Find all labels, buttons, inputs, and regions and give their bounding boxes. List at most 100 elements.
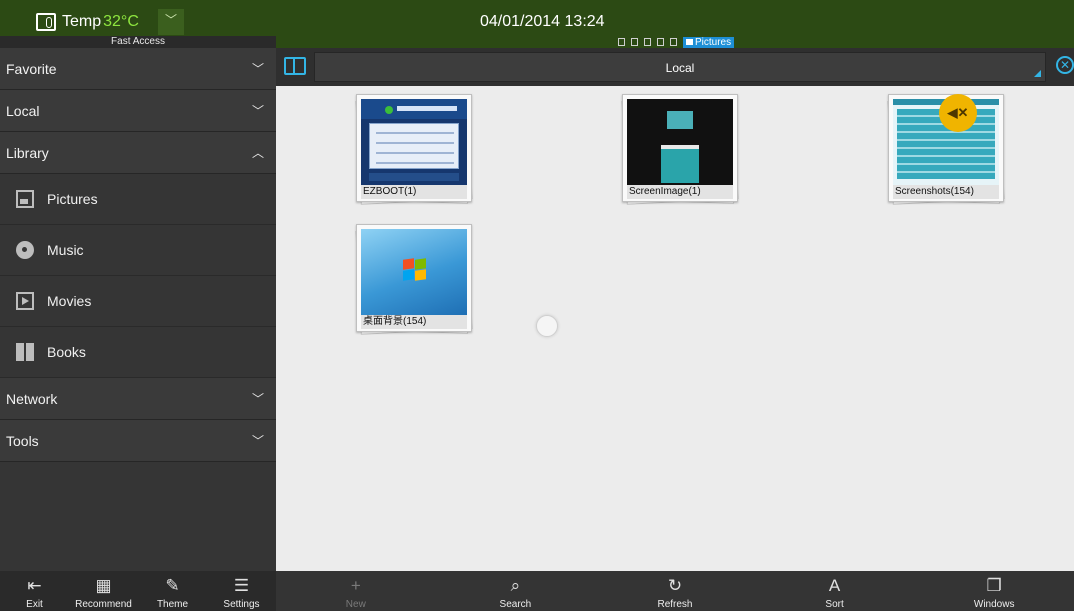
folder-item[interactable]: 桌面背景(154) [354, 222, 474, 336]
temperature-widget[interactable]: Temp 32°C ﹀ Fast Access [0, 0, 276, 48]
sidebar-category-label: Tools [6, 433, 39, 449]
new-button[interactable]: + New [276, 571, 436, 611]
dropdown-corner-icon [1034, 70, 1041, 77]
chevron-down-icon: ﹀ [251, 104, 264, 118]
picture-icon [686, 39, 693, 45]
recommend-button[interactable]: ▦ Recommend [69, 571, 138, 611]
sidebar-toolbar: ⇤ Exit ▦ Recommend ✎ Theme ☰ Settings [0, 571, 276, 611]
theme-label: Theme [156, 599, 189, 610]
sidebar-item-books[interactable]: Books [0, 327, 276, 378]
sidebar-category-label: Local [6, 103, 40, 119]
sidebar: Favorite ﹀ Local ﹀ Library ︿ Pictures Mu… [0, 48, 276, 571]
windows-logo-icon [403, 258, 427, 281]
path-field[interactable]: Local [314, 52, 1046, 82]
window-switcher: Pictures [618, 36, 735, 48]
settings-label: Settings [223, 599, 260, 610]
folder-item[interactable]: EZBOOT(1) [354, 92, 474, 206]
picture-icon [16, 190, 34, 208]
thumbnail-line [376, 162, 454, 164]
fast-access-label[interactable]: Fast Access [0, 36, 276, 48]
window-icon[interactable] [670, 38, 677, 46]
exit-label: Exit [26, 599, 43, 610]
refresh-label: Refresh [657, 599, 693, 610]
window-icon[interactable] [631, 38, 638, 46]
thumbnail-line [376, 132, 454, 134]
main-toolbar: + New ⌕ Search ↻ Refresh A Sort ❐ Window… [276, 571, 1074, 611]
folder-item[interactable]: ScreenImage(1) [620, 92, 740, 206]
sidebar-category-library[interactable]: Library ︿ [0, 132, 276, 174]
sidebar-category-local[interactable]: Local ﹀ [0, 90, 276, 132]
window-icon[interactable] [657, 38, 664, 46]
sidebar-category-network[interactable]: Network ﹀ [0, 378, 276, 420]
sidebar-item-pictures[interactable]: Pictures [0, 174, 276, 225]
thumbnail-panel [369, 123, 459, 169]
mute-badge-icon[interactable]: ◀✕ [939, 94, 977, 132]
sidebar-category-label: Network [6, 391, 58, 407]
windows-icon: ❐ [986, 576, 1002, 595]
split-view-icon[interactable] [284, 57, 306, 75]
sort-label: Sort [825, 599, 844, 610]
windows-logo-pane [415, 258, 426, 270]
thumbnail-button-bar [369, 173, 459, 181]
refresh-button[interactable]: ↻ Refresh [595, 571, 755, 611]
exit-icon: ⇤ [27, 576, 42, 595]
sidebar-category-label: Favorite [6, 61, 57, 77]
tab-pictures-label: Pictures [695, 36, 732, 48]
close-icon[interactable]: ✕ [1056, 56, 1074, 74]
chevron-down-icon: ﹀ [251, 434, 264, 448]
sort-button[interactable]: A Sort [755, 571, 915, 611]
path-bar: Local ✕ [276, 48, 1074, 86]
status-bar: Temp 32°C ﹀ Fast Access 04/01/2014 13:24… [0, 0, 1074, 48]
search-label: Search [499, 599, 532, 610]
sidebar-item-movies[interactable]: Movies [0, 276, 276, 327]
music-disc-icon [16, 241, 34, 259]
new-label: New [345, 599, 366, 610]
thumbnail-logo [385, 106, 393, 114]
thumbnail-line [376, 152, 454, 154]
main-panel: Local ✕ EZBOOT(1) ScreenImage(1) Screens… [276, 48, 1074, 571]
thermometer-icon [36, 13, 56, 31]
path-label: Local [665, 61, 695, 75]
folder-name: Screenshots(154) [893, 185, 999, 199]
sidebar-category-favorite[interactable]: Favorite ﹀ [0, 48, 276, 90]
folder-card: 桌面背景(154) [356, 224, 472, 332]
sidebar-item-music[interactable]: Music [0, 225, 276, 276]
thumbnail-block [661, 149, 699, 183]
tab-pictures[interactable]: Pictures [683, 36, 735, 48]
datetime: 04/01/2014 13:24 [480, 13, 605, 30]
sort-icon: A [828, 576, 841, 595]
folder-card: EZBOOT(1) [356, 94, 472, 202]
windows-button[interactable]: ❐ Windows [914, 571, 1074, 611]
gift-icon: ▦ [95, 576, 112, 595]
folder-name: ScreenImage(1) [627, 185, 733, 199]
theme-button[interactable]: ✎ Theme [138, 571, 207, 611]
search-icon: ⌕ [510, 576, 521, 595]
sidebar-item-label: Books [47, 344, 86, 360]
window-icon[interactable] [618, 38, 625, 46]
windows-logo-pane [403, 269, 414, 281]
windows-logo-pane [415, 269, 426, 281]
thumbnail-line [376, 142, 454, 144]
folder-thumbnail [361, 99, 467, 185]
sidebar-item-label: Movies [47, 293, 92, 309]
palette-icon: ✎ [165, 576, 180, 595]
refresh-icon: ↻ [667, 576, 683, 595]
books-icon [16, 343, 34, 361]
exit-button[interactable]: ⇤ Exit [0, 571, 69, 611]
chevron-down-icon[interactable]: ﹀ [158, 9, 184, 35]
chevron-down-icon: ﹀ [251, 392, 264, 406]
sidebar-category-tools[interactable]: Tools ﹀ [0, 420, 276, 462]
folder-thumbnail [361, 229, 467, 315]
plus-icon: + [350, 576, 361, 595]
movie-icon [16, 292, 34, 310]
window-icon[interactable] [644, 38, 651, 46]
folder-name: EZBOOT(1) [361, 185, 467, 199]
chevron-down-icon: ﹀ [251, 62, 264, 76]
thumbnail-block [667, 111, 693, 129]
search-button[interactable]: ⌕ Search [436, 571, 596, 611]
sidebar-item-label: Music [47, 242, 84, 258]
thumbnail-heading [397, 106, 457, 111]
sliders-icon: ☰ [233, 576, 250, 595]
folder-thumbnail [627, 99, 733, 185]
settings-button[interactable]: ☰ Settings [207, 571, 276, 611]
